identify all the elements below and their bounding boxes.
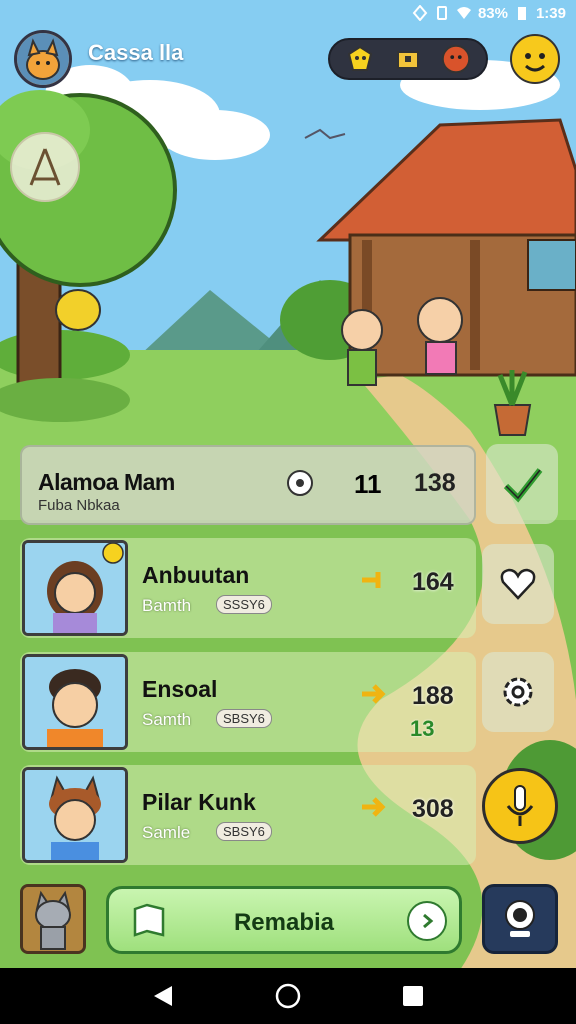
- play-button[interactable]: Remabia: [106, 886, 462, 954]
- row-score: 308: [412, 795, 454, 823]
- battery-percent: 83%: [477, 4, 508, 22]
- row-name: Anbuutan: [142, 562, 250, 588]
- girl-portrait-icon: [25, 543, 125, 633]
- settings-icon: [503, 677, 533, 707]
- row-name: Pilar Kunk: [142, 789, 256, 815]
- leaderboard-row[interactable]: Ensoal Samth SBSY6 188 13: [20, 652, 476, 752]
- player-portrait: [22, 767, 128, 863]
- fox-kid-portrait-icon: [25, 770, 125, 860]
- recents-icon[interactable]: [400, 983, 426, 1009]
- back-icon[interactable]: [150, 983, 176, 1009]
- heart-button[interactable]: [482, 544, 554, 624]
- battery-icon: [517, 7, 526, 20]
- player-name: Cassa lla: [88, 40, 184, 65]
- fox-avatar-icon: [17, 33, 69, 85]
- row-bonus: 13: [410, 716, 435, 741]
- microphone-button[interactable]: [482, 768, 558, 844]
- arrow-right-icon: [362, 572, 381, 588]
- check-button[interactable]: [486, 444, 558, 524]
- header-score: 138: [414, 469, 456, 497]
- arrow-right-icon: [362, 684, 386, 704]
- player-avatar[interactable]: [14, 30, 72, 88]
- row-tag: SBSY6: [216, 709, 272, 728]
- red-coin-icon[interactable]: [440, 43, 472, 75]
- row-score: 164: [412, 568, 454, 596]
- header-pips: 11: [354, 469, 382, 499]
- leaderboard-header[interactable]: Alamoa Mam Fuba Nbkaa 11 138: [20, 445, 476, 525]
- check-icon: [503, 468, 543, 503]
- player-portrait: [22, 540, 128, 636]
- heart-icon: [500, 568, 536, 600]
- wifi-icon: [456, 7, 471, 19]
- map-button[interactable]: [10, 132, 80, 202]
- settings-button[interactable]: [482, 652, 554, 732]
- camera-button[interactable]: [482, 884, 558, 954]
- boy-portrait-icon: [25, 657, 125, 747]
- chest-icon[interactable]: [392, 43, 424, 75]
- notification-icon: [436, 6, 447, 20]
- row-subtitle: Samth: [142, 710, 192, 729]
- location-icon: [412, 5, 428, 21]
- pet-button[interactable]: [20, 884, 86, 954]
- arrow-right-icon: [362, 797, 386, 817]
- camera-icon: [505, 900, 535, 937]
- leaderboard-row[interactable]: Anbuutan Bamth SSSY6 164: [20, 538, 476, 638]
- home-icon[interactable]: [275, 983, 301, 1009]
- status-bar: 83% 1:39: [0, 0, 576, 26]
- system-navigation-bar: [0, 968, 576, 1024]
- tent-map-icon: [29, 148, 61, 186]
- chevron-right-icon: [407, 901, 447, 941]
- row-tag: SBSY6: [216, 822, 272, 841]
- wolf-pet-icon: [23, 887, 83, 951]
- row-name: Ensoal: [142, 676, 218, 702]
- currency-bar[interactable]: [328, 38, 488, 80]
- row-tag: SSSY6: [216, 595, 272, 614]
- leaderboard-row[interactable]: Pilar Kunk Samle SBSY6 308: [20, 765, 476, 865]
- sun-icon: [510, 34, 560, 84]
- gear-icon[interactable]: [284, 467, 316, 499]
- row-subtitle: Bamth: [142, 596, 192, 615]
- yellow-gem-icon[interactable]: [344, 43, 376, 75]
- row-score: 188: [412, 682, 454, 710]
- player-portrait: [22, 654, 128, 750]
- leaderboard-subtitle: Fuba Nbkaa: [38, 497, 120, 514]
- sun-mascot-button[interactable]: [506, 30, 564, 88]
- microphone-icon: [506, 785, 534, 826]
- leaderboard-title: Alamoa Mam: [38, 469, 175, 495]
- clock: 1:39: [535, 4, 566, 22]
- row-subtitle: Samle: [142, 823, 191, 842]
